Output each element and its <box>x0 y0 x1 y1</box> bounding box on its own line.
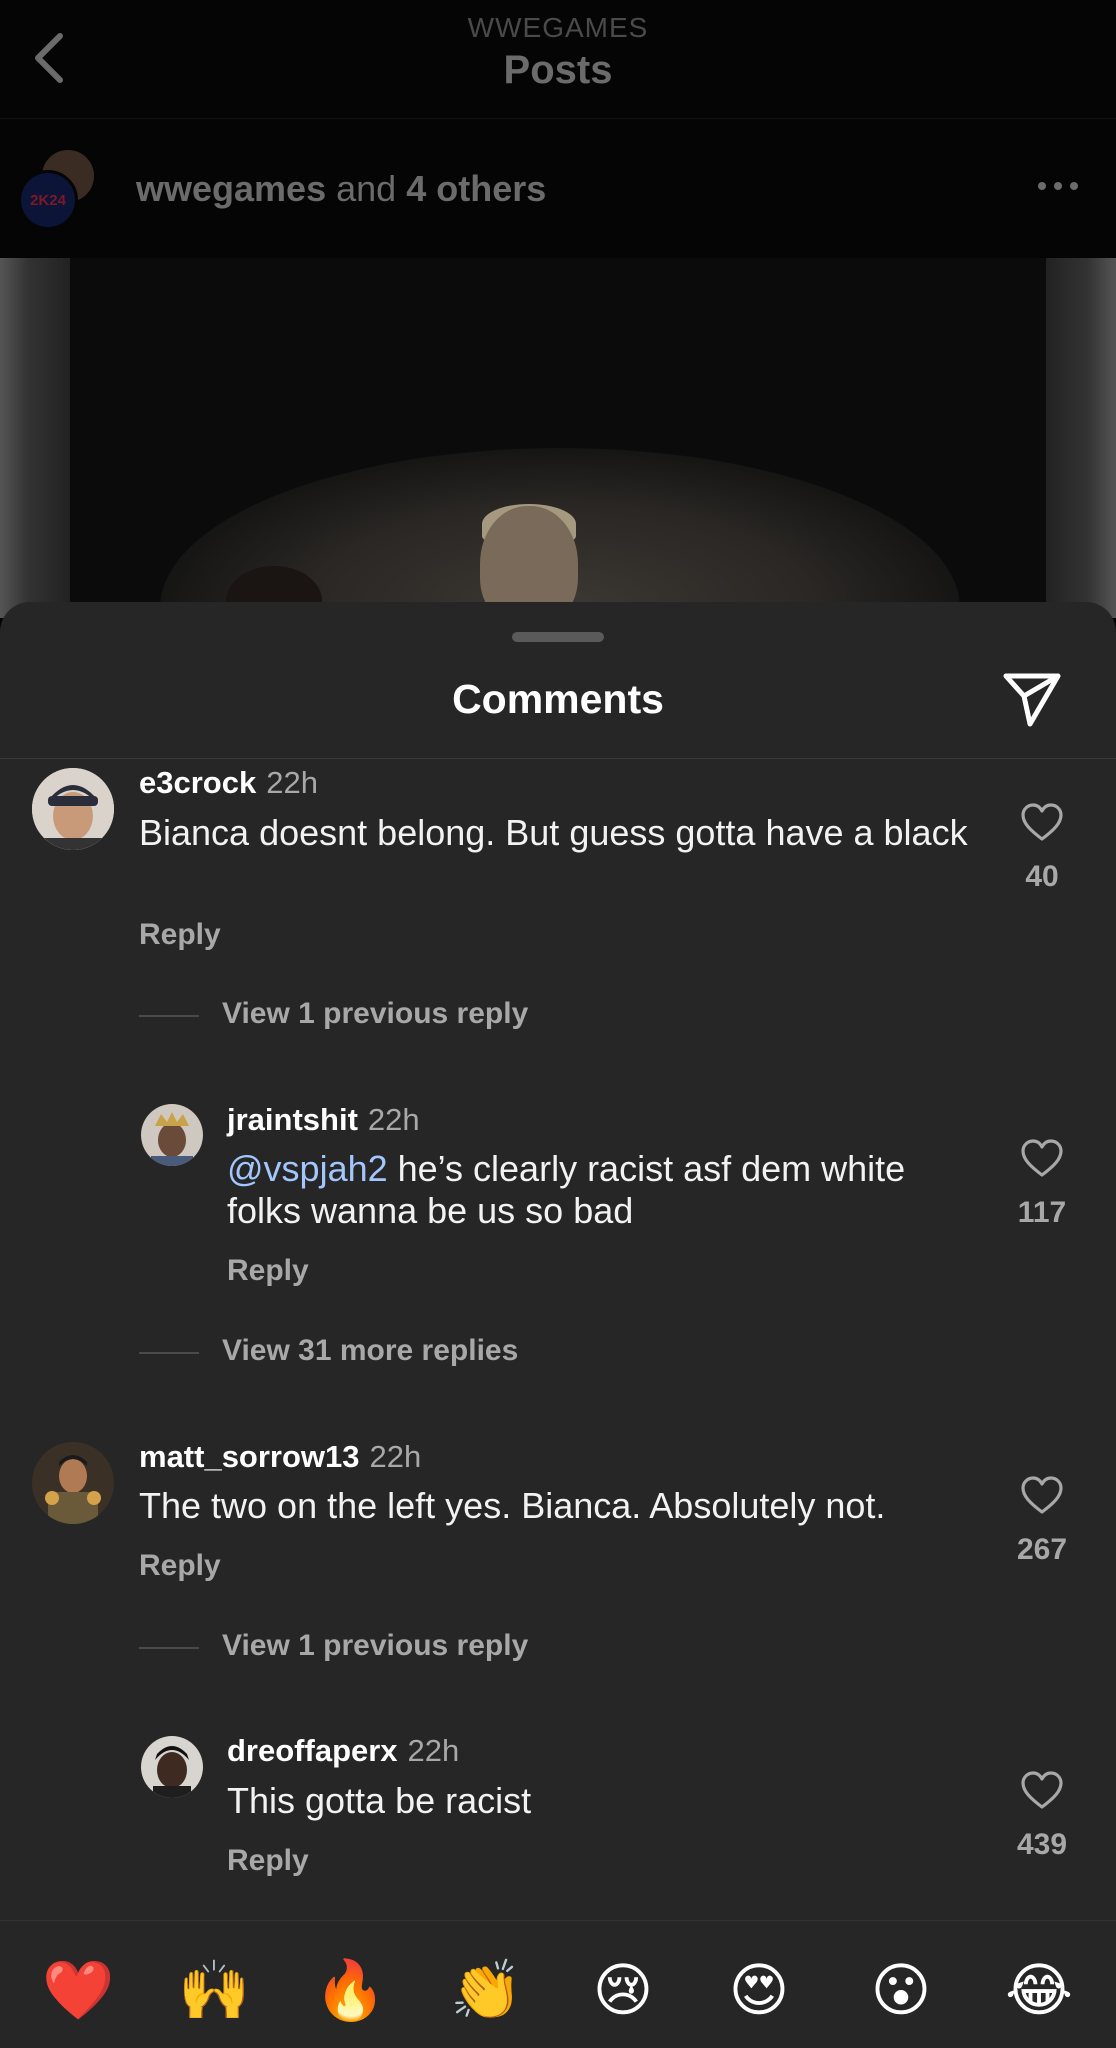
avatar-matt-sorrow13[interactable] <box>32 1442 114 1524</box>
emoji-heart-eyes[interactable]: 😍 <box>724 1956 794 2026</box>
emoji-raised-hands[interactable]: 🙌 <box>178 1956 250 2026</box>
post-header: WWEGAMES Posts <box>0 0 1116 118</box>
like-button[interactable]: 117 <box>992 1138 1092 1230</box>
heart-icon[interactable] <box>1020 1475 1064 1515</box>
comment-time: 22h <box>266 765 318 800</box>
avatar-person-icon <box>141 1104 203 1166</box>
view-replies-button[interactable]: View 1 previous reply <box>222 997 528 1031</box>
sheet-divider <box>0 758 1116 759</box>
like-button[interactable]: 439 <box>992 1770 1092 1862</box>
heart-icon[interactable] <box>1020 802 1064 842</box>
emoji-fire[interactable]: 🔥 <box>314 1956 386 2026</box>
avatar-dreoffaperx[interactable] <box>141 1736 203 1798</box>
like-button[interactable]: 40 <box>992 802 1092 894</box>
comment-text: This gotta be racist <box>227 1780 532 1821</box>
reply-button[interactable]: Reply <box>227 1844 309 1878</box>
comment-time: 22h <box>367 1102 420 1137</box>
comment-time: 22h <box>369 1439 422 1474</box>
mention-link[interactable]: @vspjah2 <box>227 1148 388 1189</box>
reply-button[interactable]: Reply <box>139 918 221 952</box>
comment-username[interactable]: jraintshit 22h <box>227 1102 420 1138</box>
like-count: 267 <box>1016 1533 1068 1566</box>
avatar-e3crock[interactable] <box>32 768 114 850</box>
comments-title: Comments <box>452 676 664 722</box>
heart-icon[interactable] <box>1020 1770 1064 1810</box>
header-title: Posts <box>503 48 613 92</box>
author-joiner: and <box>336 168 397 209</box>
avatar-person-icon <box>32 768 114 850</box>
comment-time: 22h <box>407 1733 460 1768</box>
view-replies-line <box>139 1352 199 1354</box>
avatar-person-icon <box>32 1442 114 1524</box>
view-replies-button[interactable]: View 31 more replies <box>222 1334 518 1368</box>
more-options-icon[interactable] <box>1036 176 1080 196</box>
reply-button[interactable]: Reply <box>227 1254 309 1288</box>
like-count: 40 <box>1025 860 1059 893</box>
comment-text: Bianca doesnt belong. But guess gotta ha… <box>139 812 968 853</box>
sheet-drag-handle[interactable] <box>512 632 604 642</box>
comment-username[interactable]: matt_sorrow13 22h <box>139 1439 421 1475</box>
avatar-person-icon <box>141 1736 203 1798</box>
emoji-surprised[interactable]: 😮 <box>866 1956 936 2026</box>
avatar-jraintshit[interactable] <box>141 1104 203 1166</box>
post-image[interactable] <box>0 258 1116 618</box>
comment-text: The two on the left yes. Bianca. Absolut… <box>139 1485 886 1526</box>
emoji-heart[interactable]: ❤️ <box>42 1956 114 2026</box>
view-replies-line <box>139 1015 199 1017</box>
comment-username[interactable]: e3crock 22h <box>139 765 318 801</box>
emoji-laughing[interactable]: 😂 <box>1004 1956 1074 2026</box>
like-count: 117 <box>1017 1196 1067 1229</box>
like-button[interactable]: 267 <box>992 1475 1092 1567</box>
emoji-crying[interactable]: 😢 <box>588 1956 658 2026</box>
wwegames-avatar: 2K24 <box>18 170 78 230</box>
emoji-reaction-bar <box>0 1920 1116 2048</box>
view-replies-button[interactable]: View 1 previous reply <box>222 1629 528 1663</box>
header-account: WWEGAMES <box>467 12 649 43</box>
avatar-badge-text: 2K24 <box>30 191 66 209</box>
post-author[interactable]: wwegames and 4 others <box>136 168 546 210</box>
heart-icon[interactable] <box>1020 1138 1064 1178</box>
curtain-right <box>1046 258 1116 618</box>
emoji-clapping[interactable]: 👏 <box>450 1956 522 2026</box>
author-others[interactable]: 4 others <box>406 168 546 209</box>
curtain-left <box>0 258 70 618</box>
author-name[interactable]: wwegames <box>136 168 326 209</box>
view-replies-line <box>139 1647 199 1649</box>
comment-text: @vspjah2 he’s clearly racist asf dem whi… <box>227 1148 906 1231</box>
reply-button[interactable]: Reply <box>139 1549 221 1583</box>
author-avatar[interactable]: 2K24 <box>18 148 102 230</box>
share-send-icon[interactable] <box>1000 670 1064 730</box>
comment-username[interactable]: dreoffaperx 22h <box>227 1733 459 1769</box>
like-count: 439 <box>1016 1828 1068 1861</box>
